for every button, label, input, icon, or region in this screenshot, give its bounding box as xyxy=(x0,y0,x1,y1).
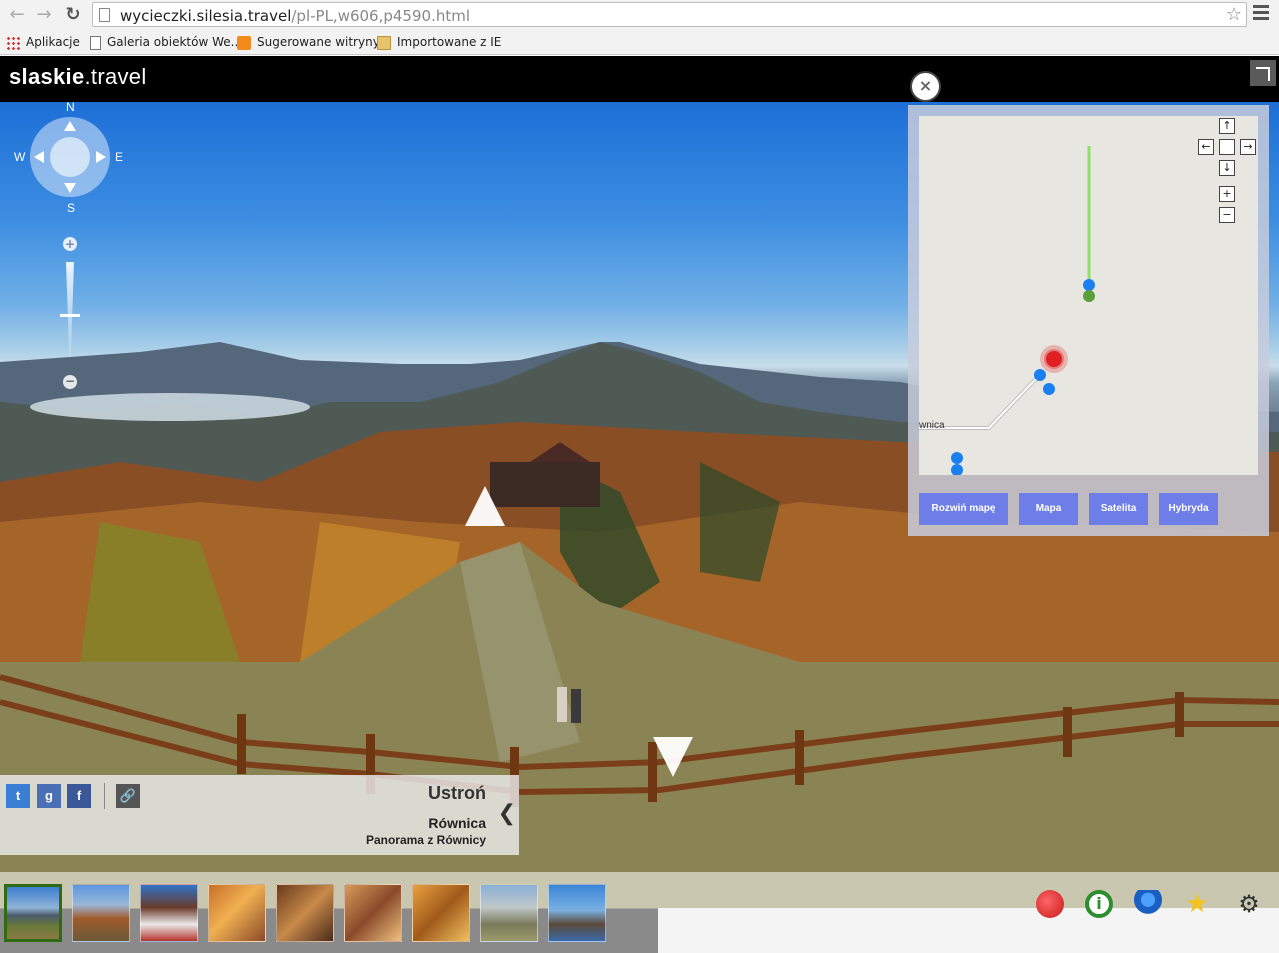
map-pan-down-icon[interactable]: ↓ xyxy=(1219,160,1235,176)
compass-north-label: N xyxy=(66,100,75,114)
compass-control xyxy=(30,117,110,197)
page-icon xyxy=(90,35,101,50)
place-subtitle: Panorama z Równicy xyxy=(365,833,486,847)
link-icon[interactable]: 🔗 xyxy=(116,784,140,808)
map-panel: wnica ↑ ← → ↓ + − Rozwiń mapę Mapa Satel… xyxy=(908,105,1269,536)
pan-right-icon[interactable] xyxy=(96,151,106,163)
info-panel: t g f 🔗 Ustroń Równica Panorama z Równic… xyxy=(0,775,519,855)
map-canvas[interactable]: wnica ↑ ← → ↓ + − xyxy=(919,116,1258,475)
zoom-in-button[interactable]: + xyxy=(63,237,77,251)
menu-icon[interactable] xyxy=(1253,5,1269,21)
move-back-arrow-icon[interactable] xyxy=(653,737,693,777)
settings-gear-icon[interactable]: ⚙ xyxy=(1235,890,1263,918)
compass-east-label: E xyxy=(115,150,124,164)
logo-rest: .travel xyxy=(84,64,147,89)
facebook-share-icon[interactable]: f xyxy=(67,784,91,808)
map-center-icon[interactable] xyxy=(1219,139,1235,155)
thumbnail[interactable] xyxy=(548,884,606,942)
pan-up-icon[interactable] xyxy=(64,121,76,131)
map-type-satellite-button[interactable]: Satelita xyxy=(1089,493,1148,525)
logo-bold: slaskie xyxy=(9,64,85,89)
thumbnail[interactable] xyxy=(412,884,470,942)
map-zoom-out-icon[interactable]: − xyxy=(1219,207,1235,223)
bookmark-label: Galeria obiektów We... xyxy=(107,35,243,49)
bookmark-imported[interactable]: Importowane z IE xyxy=(377,34,501,52)
share-divider xyxy=(104,783,105,809)
bulb-icon xyxy=(237,35,251,50)
address-bar[interactable]: wycieczki.silesia.travel/pl-PL,w606,p459… xyxy=(92,2,1247,27)
thumbnail[interactable] xyxy=(4,884,62,942)
folder-icon xyxy=(377,35,391,50)
thumbnail[interactable] xyxy=(72,884,130,942)
google-share-icon[interactable]: g xyxy=(37,784,61,808)
globe-icon[interactable] xyxy=(1036,890,1064,918)
pan-left-icon[interactable] xyxy=(34,151,44,163)
compass-south-label: S xyxy=(67,201,76,215)
browser-window: { "browser": { "url_host": "wycieczki.si… xyxy=(0,0,1279,953)
apps-grid-icon xyxy=(6,35,20,50)
map-pin-icon[interactable] xyxy=(1134,890,1162,918)
bookmark-suggested[interactable]: Sugerowane witryny xyxy=(237,34,380,52)
twitter-share-icon[interactable]: t xyxy=(6,784,30,808)
pan-down-icon[interactable] xyxy=(64,183,76,193)
expand-map-button[interactable]: Rozwiń mapę xyxy=(919,493,1008,525)
bookmark-gallery[interactable]: Galeria obiektów We... xyxy=(90,34,242,52)
place-town: Ustroń xyxy=(428,783,486,803)
site-header: slaskie.travel xyxy=(0,56,1279,102)
thumbnail[interactable] xyxy=(276,884,334,942)
map-type-map-button[interactable]: Mapa xyxy=(1019,493,1078,525)
forward-arrow-icon[interactable]: → xyxy=(33,4,55,26)
thumbnail[interactable] xyxy=(140,884,198,942)
bookmark-label: Aplikacje xyxy=(26,35,80,49)
bookmark-apps[interactable]: Aplikacje xyxy=(6,34,80,52)
site-logo[interactable]: slaskie.travel xyxy=(9,64,147,90)
browser-toolbar: ← → ↻ wycieczki.silesia.travel/pl-PL,w60… xyxy=(0,0,1279,30)
thumbnail[interactable] xyxy=(208,884,266,942)
url-host: wycieczki.silesia.travel xyxy=(120,7,292,25)
bookmark-label: Importowane z IE xyxy=(397,35,502,49)
zoom-out-button[interactable]: − xyxy=(63,375,77,389)
page-icon xyxy=(99,8,110,22)
map-type-hybrid-button[interactable]: Hybryda xyxy=(1159,493,1218,525)
thumbnail[interactable] xyxy=(344,884,402,942)
map-zoom-in-icon[interactable]: + xyxy=(1219,186,1235,202)
map-pan-right-icon[interactable]: → xyxy=(1240,139,1256,155)
bookmark-label: Sugerowane witryny xyxy=(257,35,380,49)
bookmarks-bar: Aplikacje Galeria obiektów We... Sugerow… xyxy=(0,30,1279,55)
place-name: Równica xyxy=(428,815,486,831)
map-pan-left-icon[interactable]: ← xyxy=(1198,139,1214,155)
url-text[interactable]: wycieczki.silesia.travel/pl-PL,w606,p459… xyxy=(120,7,470,25)
map-pan-up-icon[interactable]: ↑ xyxy=(1219,118,1235,134)
collapse-panel-icon[interactable]: ❮ xyxy=(498,801,516,826)
compass-center[interactable] xyxy=(50,137,90,177)
thumbnail[interactable] xyxy=(480,884,538,942)
bookmark-star-icon[interactable]: ☆ xyxy=(1226,4,1242,25)
info-icon[interactable]: i xyxy=(1085,890,1113,918)
favorite-star-icon[interactable]: ★ xyxy=(1183,890,1211,918)
map-overlay xyxy=(919,146,1095,475)
thumbnail-strip: i ★ ⚙ xyxy=(0,872,1279,953)
map-place-label: wnica xyxy=(919,420,945,431)
compass-west-label: W xyxy=(14,150,26,164)
zoom-slider-handle[interactable] xyxy=(60,314,80,317)
fullscreen-button[interactable] xyxy=(1250,60,1276,86)
move-forward-arrow-icon[interactable] xyxy=(465,486,505,526)
back-arrow-icon[interactable]: ← xyxy=(6,4,28,26)
url-path: /pl-PL,w606,p4590.html xyxy=(291,7,470,25)
close-map-button[interactable]: × xyxy=(910,71,941,102)
reload-icon[interactable]: ↻ xyxy=(62,4,84,26)
